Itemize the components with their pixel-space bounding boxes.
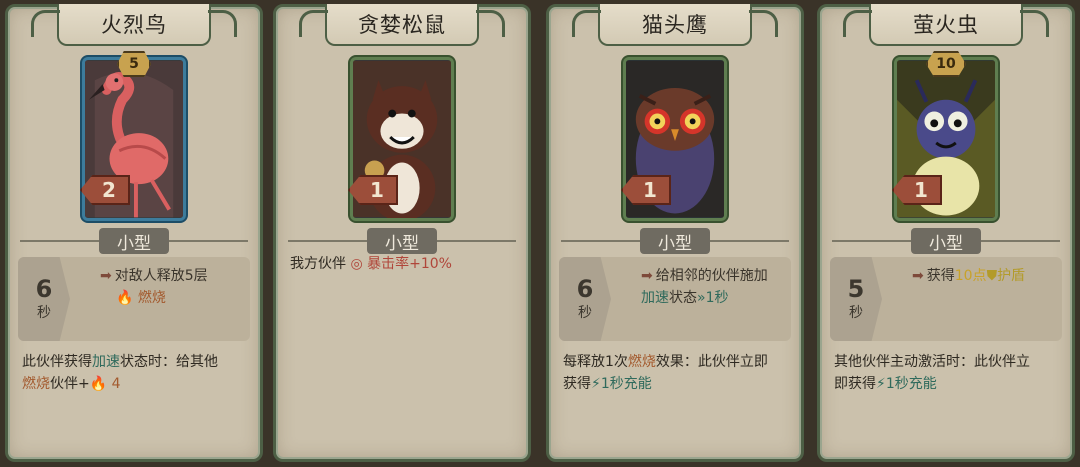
ability-text: ➡ 对敌人释放5层 🔥 燃烧 — [100, 265, 244, 309]
cooldown-value: 6 — [35, 275, 53, 303]
haste-icon: » — [697, 290, 706, 306]
ability-line: 对敌人释放5层 — [114, 268, 208, 284]
level-badge: 10 — [926, 51, 966, 77]
passive-description: 我方伙伴 ◎ 暴击率+10% — [290, 253, 516, 275]
ability-box: 6 秒 ➡ 对敌人释放5层 🔥 燃烧 — [18, 257, 250, 341]
desc-text: 每释放1次 — [563, 354, 628, 370]
charge-icon: ⚡ — [591, 376, 601, 392]
crit-target-icon: ◎ — [350, 256, 363, 272]
crit-keyword: 暴击率 — [367, 256, 410, 272]
shield-keyword: 护盾 — [997, 268, 1026, 284]
desc-text: 效果：此伙伴立即 — [655, 354, 768, 370]
fire-icon: 🔥 — [89, 376, 108, 392]
desc-text: 此伙伴获得 — [22, 354, 92, 370]
charge-keyword: 充能 — [908, 376, 937, 392]
burn-keyword: 燃烧 — [22, 376, 50, 392]
haste-duration: 1秒 — [705, 290, 729, 306]
desc-text: 伙伴+ — [50, 376, 90, 392]
card-title: 猫头鹰 — [642, 13, 708, 37]
arrow-icon: ➡ — [912, 268, 924, 284]
card-title-ribbon: 猫头鹰 — [572, 4, 778, 46]
companion-card-firefly[interactable]: 萤火虫 10 1 小型 5 秒 ➡ 获得10点⛊护盾 其他伙伴主动激活时：此伙伴立… — [817, 4, 1075, 462]
charge-keyword: 充能 — [623, 376, 652, 392]
charge-icon: ⚡ — [876, 376, 886, 392]
burn-amount: 4 — [111, 376, 121, 392]
burn-keyword: 燃烧 — [137, 290, 166, 306]
cooldown-indicator: 6 秒 — [18, 257, 70, 341]
ability-box: 6 秒 ➡ 给相邻的伙伴施加 加速状态»1秒 — [559, 257, 791, 341]
crit-value: +10% — [409, 256, 452, 272]
haste-keyword: 加速 — [92, 354, 120, 370]
card-title-ribbon: 火烈鸟 — [31, 4, 237, 46]
charge-duration: 1秒 — [600, 376, 624, 392]
companion-card-owl[interactable]: 猫头鹰 1 小型 6 秒 ➡ 给相邻的伙伴施加 加速状态»1秒 每释放1次燃烧效果 — [546, 4, 804, 462]
cooldown-unit: 秒 — [37, 305, 51, 321]
charge-duration: 1秒 — [885, 376, 909, 392]
ability-line: 状态 — [669, 290, 697, 306]
card-title-ribbon: 贪婪松鼠 — [299, 4, 505, 46]
desc-text: 其他伙伴主动激活时：此伙伴立 — [834, 354, 1030, 370]
cooldown-unit: 秒 — [849, 305, 863, 321]
fire-icon: 🔥 — [116, 290, 134, 306]
cooldown-indicator: 5 秒 — [830, 257, 882, 341]
cooldown-unit: 秒 — [578, 305, 592, 321]
cooldown-value: 5 — [847, 275, 865, 303]
shield-icon: ⛊ — [986, 268, 998, 284]
ability-text: ➡ 给相邻的伙伴施加 加速状态»1秒 — [641, 265, 785, 309]
size-tag: 小型 — [99, 228, 169, 254]
card-title-ribbon: 萤火虫 — [843, 4, 1049, 46]
size-tag: 小型 — [640, 228, 710, 254]
passive-description: 其他伙伴主动激活时：此伙伴立 即获得⚡1秒充能 — [834, 351, 1060, 395]
ability-text: ➡ 获得10点⛊护盾 — [912, 265, 1056, 287]
card-title: 贪婪松鼠 — [358, 13, 446, 37]
burn-keyword: 燃烧 — [627, 354, 656, 370]
arrow-icon: ➡ — [641, 268, 653, 284]
companion-card-flamingo[interactable]: 火烈鸟 5 2 小型 6 秒 ➡ 对敌人释放5层 🔥 燃烧 此伙伴获得加速状态时：… — [5, 4, 263, 462]
ability-box: 5 秒 ➡ 获得10点⛊护盾 — [830, 257, 1062, 341]
size-tag: 小型 — [911, 228, 981, 254]
shield-amount: 10点 — [954, 268, 987, 284]
desc-text: 状态时：给其他 — [120, 354, 218, 370]
ability-line: 获得 — [926, 268, 955, 284]
size-tag: 小型 — [367, 228, 437, 254]
ability-line: 给相邻的伙伴施加 — [655, 268, 768, 284]
desc-text: 获得 — [563, 376, 591, 392]
cooldown-value: 6 — [576, 275, 594, 303]
card-title: 火烈鸟 — [101, 13, 167, 37]
desc-text: 我方伙伴 — [290, 256, 346, 272]
desc-text: 即获得 — [834, 376, 876, 392]
passive-description: 此伙伴获得加速状态时：给其他 燃烧伙伴+🔥 4 — [22, 351, 248, 395]
haste-keyword: 加速 — [641, 290, 669, 306]
card-title: 萤火虫 — [913, 13, 979, 37]
companion-card-squirrel[interactable]: 贪婪松鼠 1 小型 我方伙伴 ◎ 暴击率+10% — [273, 4, 531, 462]
passive-description: 每释放1次燃烧效果：此伙伴立即 获得⚡1秒充能 — [563, 351, 789, 395]
cooldown-indicator: 6 秒 — [559, 257, 611, 341]
arrow-icon: ➡ — [100, 268, 112, 284]
level-badge: 5 — [117, 51, 151, 77]
